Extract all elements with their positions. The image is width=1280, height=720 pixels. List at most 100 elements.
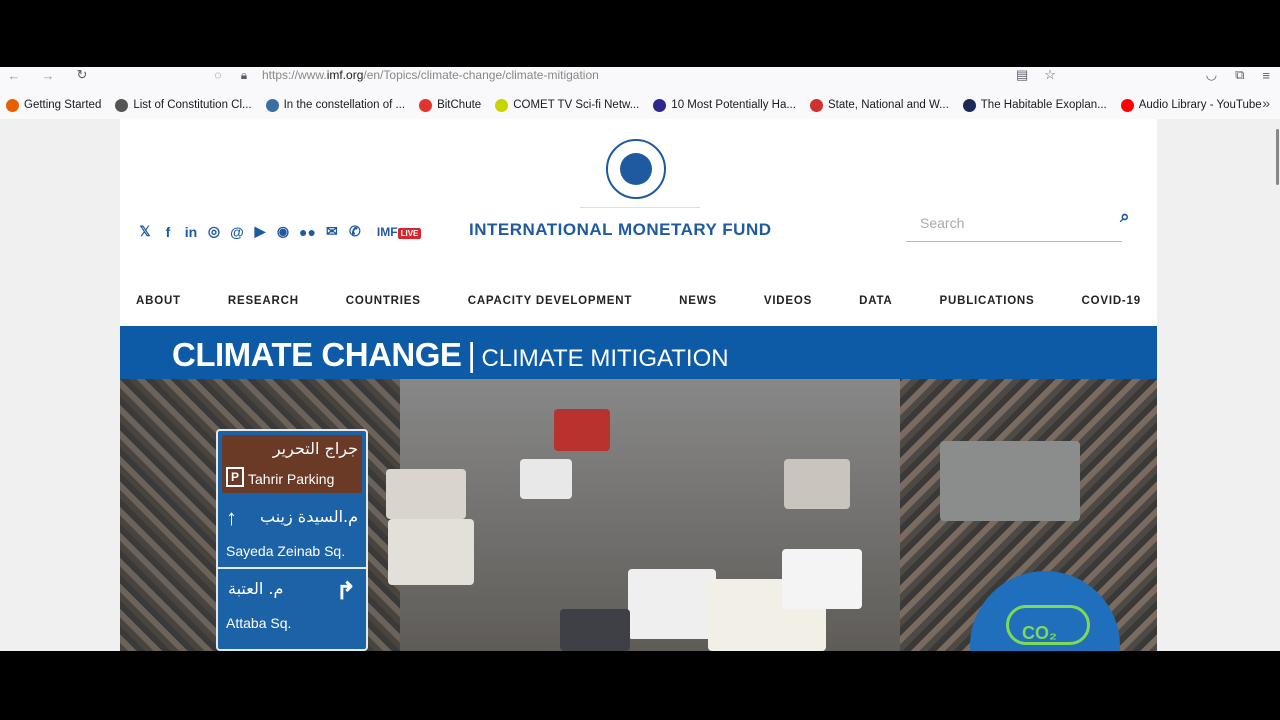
photo-vehicle [560, 609, 630, 651]
main-nav: ABOUT RESEARCH COUNTRIES CAPACITY DEVELOPME… [120, 295, 1157, 307]
imf-site: 𝕏 f in ◎ @ ▶ ◉ ●● ✉ ✆ IMF LIVE INTERNATIO… [120, 119, 1157, 651]
sign-sayeda-label: Sayeda Zeinab Sq. [226, 543, 346, 559]
bookmark-label: In the constellation of ... [283, 99, 406, 111]
street-sign: جراج التحرير P Tahrir Parking ↑ م.السيدة… [216, 429, 368, 651]
forward-icon[interactable]: → [40, 68, 56, 83]
reload-icon[interactable]: ↻ [74, 67, 90, 83]
sign-arabic-parking: جراج التحرير [272, 439, 358, 458]
reader-view-icon[interactable]: ▤ [1016, 67, 1028, 83]
linkedin-icon[interactable]: in [184, 224, 198, 240]
arrow-turn-right-icon: ↱ [335, 578, 356, 605]
bookmark-favicon-icon [1120, 98, 1134, 112]
bookmark-label: 10 Most Potentially Ha... [671, 99, 796, 111]
bookmark-star-icon[interactable]: ☆ [1044, 67, 1056, 83]
photo-vehicle [782, 549, 862, 609]
sign-divider [218, 567, 366, 569]
sign-p-box: P [226, 467, 244, 487]
scrollbar-thumb[interactable] [1276, 129, 1279, 185]
bookmark-favicon-icon [962, 98, 976, 112]
bookmarks-overflow-icon[interactable]: » [1262, 95, 1270, 111]
banner-subtitle: CLIMATE MITIGATION [481, 345, 729, 372]
bookmark-label: List of Constitution Cl... [133, 99, 252, 111]
arrow-up-icon: ↑ [226, 505, 237, 530]
youtube-icon[interactable]: ▶ [253, 223, 267, 240]
x-icon[interactable]: 𝕏 [138, 223, 152, 240]
video-letterbox-bottom [0, 651, 1280, 720]
bookmark-favicon-icon [115, 98, 129, 112]
nav-item-videos[interactable]: VIDEOS [764, 295, 812, 307]
pocket-icon[interactable]: ◡ [1206, 67, 1217, 83]
bookmark-favicon-icon [495, 98, 509, 112]
tracking-shield-icon[interactable]: ◌ [210, 68, 226, 82]
nav-item-covid-19[interactable]: COVID-19 [1082, 295, 1141, 307]
banner-title: CLIMATE CHANGE | CLIMATE MITIGATION [172, 336, 729, 373]
bookmark-item[interactable]: COMET TV Sci-fi Netw... [495, 98, 640, 112]
browser-chrome: ← → ↻ ◌ 🔒︎ https://www.imf.org/en/Topics… [0, 67, 1280, 119]
photo-vehicle [554, 409, 610, 451]
hero-photo: جراج التحرير P Tahrir Parking ↑ م.السيدة… [120, 379, 1157, 651]
nav-item-publications[interactable]: PUBLICATIONS [940, 295, 1035, 307]
bookmark-label: COMET TV Sci-fi Netw... [513, 99, 640, 111]
bookmark-favicon-icon [265, 98, 279, 112]
nav-item-capacity-development[interactable]: CAPACITY DEVELOPMENT [468, 295, 632, 307]
toolbar-right: ◡ ⧉ ≡ [1206, 67, 1270, 83]
menu-icon[interactable]: ≡ [1262, 68, 1270, 83]
bookmark-favicon-icon [419, 98, 433, 112]
bookmark-label: BitChute [437, 99, 482, 111]
nav-item-data[interactable]: DATA [859, 295, 892, 307]
bookmark-item[interactable]: 10 Most Potentially Ha... [653, 98, 796, 112]
site-brand-title[interactable]: INTERNATIONAL MONETARY FUND [469, 220, 772, 240]
search-icon[interactable]: ⌕ [1120, 207, 1130, 227]
extensions-icon[interactable]: ⧉ [1235, 67, 1244, 83]
lock-icon[interactable]: 🔒︎ [236, 68, 252, 82]
social-links: 𝕏 f in ◎ @ ▶ ◉ ●● ✉ ✆ IMF LIVE [138, 223, 422, 240]
page-viewport: 𝕏 f in ◎ @ ▶ ◉ ●● ✉ ✆ IMF LIVE INTERNATIO… [0, 119, 1280, 651]
flickr-icon[interactable]: ●● [299, 224, 316, 240]
logo-divider [580, 207, 700, 208]
nav-item-news[interactable]: NEWS [679, 295, 717, 307]
nav-item-countries[interactable]: COUNTRIES [346, 295, 421, 307]
bookmark-item[interactable]: Audio Library - YouTube [1120, 98, 1262, 112]
bookmark-item[interactable]: State, National and W... [809, 98, 949, 112]
bookmark-label: State, National and W... [827, 99, 949, 111]
topic-banner: CLIMATE CHANGE | CLIMATE MITIGATION [120, 326, 1157, 379]
bookmark-item[interactable]: Getting Started [6, 98, 102, 112]
url-text[interactable]: https://www.imf.org/en/Topics/climate-ch… [262, 68, 599, 82]
photo-vehicle [940, 441, 1080, 521]
bookmark-favicon-icon [6, 98, 19, 112]
search-box [906, 207, 1122, 242]
sign-arabic-attaba: م. العتبة [228, 579, 284, 598]
bookmark-item[interactable]: The Habitable Exoplan... [962, 98, 1107, 112]
bookmark-favicon-icon [653, 98, 667, 112]
bookmark-label: The Habitable Exoplan... [980, 99, 1107, 111]
bookmark-item[interactable]: List of Constitution Cl... [115, 98, 252, 112]
url-bar[interactable]: ◌ 🔒︎ https://www.imf.org/en/Topics/clima… [210, 67, 1080, 83]
newsletter-icon[interactable]: ✉ [325, 223, 339, 240]
threads-icon[interactable]: @ [230, 224, 244, 240]
nav-buttons: ← → ↻ [6, 67, 90, 83]
page-margin-right [1157, 119, 1280, 651]
nav-item-about[interactable]: ABOUT [136, 295, 181, 307]
nav-item-research[interactable]: RESEARCH [228, 295, 299, 307]
bookmark-label: Getting Started [24, 99, 102, 111]
imf-live-link[interactable]: IMF LIVE [377, 225, 422, 239]
phone-icon[interactable]: ✆ [348, 223, 362, 240]
imf-seal-logo[interactable] [606, 139, 666, 199]
photo-vehicle [386, 469, 466, 519]
bookmark-item[interactable]: In the constellation of ... [265, 98, 406, 112]
sign-attaba-label: Attaba Sq. [226, 615, 292, 631]
page-margin-left [0, 119, 120, 651]
photo-vehicle [388, 519, 474, 585]
bookmark-item[interactable]: BitChute [419, 98, 482, 112]
instagram-icon[interactable]: ◎ [207, 223, 221, 240]
facebook-icon[interactable]: f [161, 224, 175, 240]
url-actions: ▤ ☆ [1016, 67, 1056, 83]
sign-arabic-sayeda: م.السيدة زينب [260, 507, 358, 526]
bookmark-favicon-icon [809, 98, 823, 112]
back-icon[interactable]: ← [6, 68, 22, 83]
video-letterbox-top [0, 0, 1280, 67]
podcast-icon[interactable]: ◉ [276, 223, 290, 240]
bookmark-label: Audio Library - YouTube [1138, 99, 1262, 111]
sign-parking-label: Tahrir Parking [248, 471, 335, 487]
search-input[interactable] [918, 214, 1112, 232]
